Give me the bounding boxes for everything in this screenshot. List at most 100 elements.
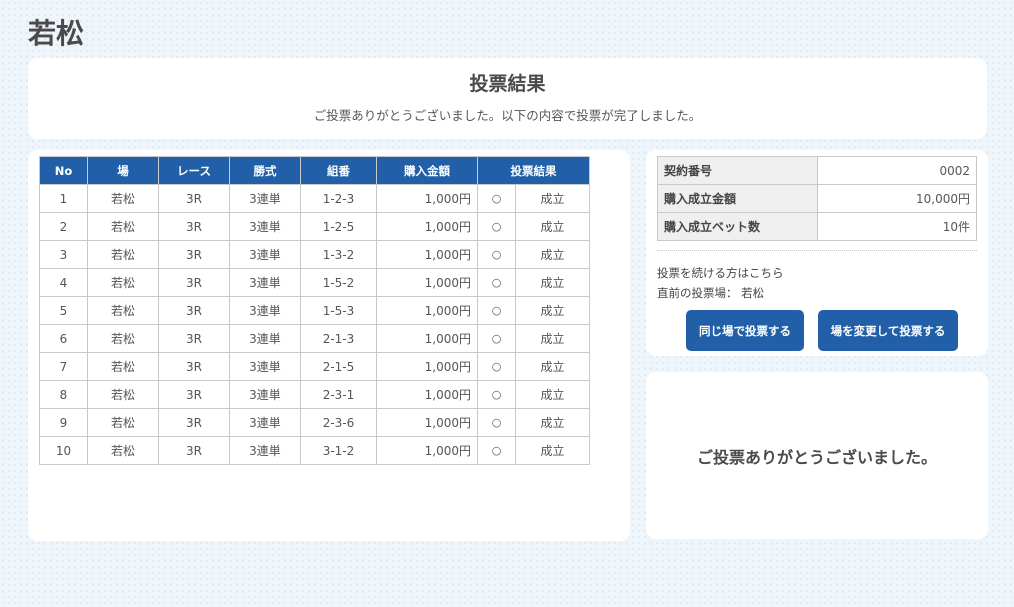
- cell-combo: 3-1-2: [300, 436, 377, 465]
- cell-mark: ○: [477, 240, 516, 269]
- cell-no: 5: [39, 296, 88, 325]
- col-race: レース: [158, 156, 230, 185]
- cell-mark: ○: [477, 408, 516, 437]
- cell-venue: 若松: [87, 268, 159, 297]
- summary-card: 契約番号 0002 購入成立金額 10,000円 購入成立ベット数 10件 投票…: [646, 150, 988, 356]
- cell-venue: 若松: [87, 212, 159, 241]
- cell-amount: 1,000円: [376, 408, 478, 437]
- cell-race: 3R: [158, 268, 230, 297]
- cell-combo: 1-5-3: [300, 296, 377, 325]
- table-row: 5 若松 3R 3連単 1-5-3 1,000円 ○ 成立: [39, 296, 590, 325]
- cell-no: 1: [39, 184, 88, 213]
- summary-row: 購入成立ベット数 10件: [657, 212, 977, 241]
- purchase-amount-label: 購入成立金額: [657, 184, 818, 213]
- bets-table: No 場 レース 勝式 組番 購入金額 投票結果 1 若松 3R 3連単 1-2-3 1,…: [39, 156, 590, 465]
- result-message: ご投票ありがとうございました。以下の内容で投票が完了しました。: [313, 108, 702, 123]
- cell-type: 3連単: [229, 436, 301, 465]
- purchase-amount-value: 10,000円: [817, 184, 977, 213]
- cell-mark: ○: [477, 212, 516, 241]
- same-venue-vote-button[interactable]: 同じ場で投票する: [686, 310, 804, 351]
- cell-type: 3連単: [229, 324, 301, 353]
- cell-venue: 若松: [87, 240, 159, 269]
- cell-result: 成立: [515, 240, 590, 269]
- table-row: 6 若松 3R 3連単 2-1-3 1,000円 ○ 成立: [39, 324, 590, 353]
- col-no: No: [39, 156, 88, 185]
- table-row: 9 若松 3R 3連単 2-3-6 1,000円 ○ 成立: [39, 408, 590, 437]
- cell-type: 3連単: [229, 268, 301, 297]
- col-combo: 組番: [300, 156, 377, 185]
- col-type: 勝式: [229, 156, 301, 185]
- cell-combo: 1-2-3: [300, 184, 377, 213]
- cell-result: 成立: [515, 184, 590, 213]
- cell-race: 3R: [158, 240, 230, 269]
- contract-number-label: 契約番号: [657, 156, 818, 185]
- cell-venue: 若松: [87, 324, 159, 353]
- cell-type: 3連単: [229, 408, 301, 437]
- change-venue-vote-button[interactable]: 場を変更して投票する: [818, 310, 958, 351]
- cell-result: 成立: [515, 296, 590, 325]
- cell-race: 3R: [158, 296, 230, 325]
- divider: [657, 250, 977, 251]
- cell-result: 成立: [515, 408, 590, 437]
- table-row: 7 若松 3R 3連単 2-1-5 1,000円 ○ 成立: [39, 352, 590, 381]
- cell-combo: 1-3-2: [300, 240, 377, 269]
- cell-type: 3連単: [229, 296, 301, 325]
- cell-type: 3連単: [229, 184, 301, 213]
- cell-amount: 1,000円: [376, 268, 478, 297]
- cell-type: 3連単: [229, 352, 301, 381]
- contract-number-value: 0002: [817, 156, 977, 185]
- cell-no: 10: [39, 436, 88, 465]
- cell-race: 3R: [158, 184, 230, 213]
- cell-mark: ○: [477, 436, 516, 465]
- cell-amount: 1,000円: [376, 352, 478, 381]
- cell-type: 3連単: [229, 240, 301, 269]
- last-venue-line: 直前の投票場： 若松: [657, 283, 784, 303]
- cell-venue: 若松: [87, 380, 159, 409]
- cell-combo: 2-3-6: [300, 408, 377, 437]
- cell-venue: 若松: [87, 352, 159, 381]
- page-title: 若松: [28, 17, 85, 50]
- cell-race: 3R: [158, 380, 230, 409]
- cell-mark: ○: [477, 380, 516, 409]
- cell-mark: ○: [477, 184, 516, 213]
- cell-mark: ○: [477, 324, 516, 353]
- cell-no: 2: [39, 212, 88, 241]
- cell-result: 成立: [515, 380, 590, 409]
- table-row: 8 若松 3R 3連単 2-3-1 1,000円 ○ 成立: [39, 380, 590, 409]
- cell-combo: 1-2-5: [300, 212, 377, 241]
- cell-venue: 若松: [87, 296, 159, 325]
- summary-row: 購入成立金額 10,000円: [657, 184, 977, 213]
- bet-count-label: 購入成立ベット数: [657, 212, 818, 241]
- bet-count-value: 10件: [817, 212, 977, 241]
- continue-text: 投票を続ける方はこちら: [657, 266, 784, 280]
- cell-no: 8: [39, 380, 88, 409]
- table-row: 10 若松 3R 3連単 3-1-2 1,000円 ○ 成立: [39, 436, 590, 465]
- cell-type: 3連単: [229, 380, 301, 409]
- cell-combo: 2-1-5: [300, 352, 377, 381]
- cell-no: 3: [39, 240, 88, 269]
- cell-no: 6: [39, 324, 88, 353]
- cell-no: 9: [39, 408, 88, 437]
- cell-race: 3R: [158, 408, 230, 437]
- cell-venue: 若松: [87, 184, 159, 213]
- bets-card: No 場 レース 勝式 組番 購入金額 投票結果 1 若松 3R 3連単 1-2-3 1,…: [28, 150, 630, 541]
- cell-result: 成立: [515, 268, 590, 297]
- table-row: 4 若松 3R 3連単 1-5-2 1,000円 ○ 成立: [39, 268, 590, 297]
- cell-race: 3R: [158, 436, 230, 465]
- cell-mark: ○: [477, 268, 516, 297]
- table-row: 1 若松 3R 3連単 1-2-3 1,000円 ○ 成立: [39, 184, 590, 213]
- cell-amount: 1,000円: [376, 212, 478, 241]
- cell-combo: 2-1-3: [300, 324, 377, 353]
- cell-mark: ○: [477, 352, 516, 381]
- col-result: 投票結果: [477, 156, 590, 185]
- cell-amount: 1,000円: [376, 184, 478, 213]
- continue-info: 投票を続ける方はこちら 直前の投票場： 若松: [657, 263, 784, 303]
- cell-amount: 1,000円: [376, 240, 478, 269]
- cell-type: 3連単: [229, 212, 301, 241]
- cell-mark: ○: [477, 296, 516, 325]
- cell-race: 3R: [158, 352, 230, 381]
- summary-row: 契約番号 0002: [657, 156, 977, 185]
- col-amount: 購入金額: [376, 156, 478, 185]
- result-title: 投票結果: [469, 73, 546, 95]
- thanks-card: ご投票ありがとうございました。: [646, 372, 988, 539]
